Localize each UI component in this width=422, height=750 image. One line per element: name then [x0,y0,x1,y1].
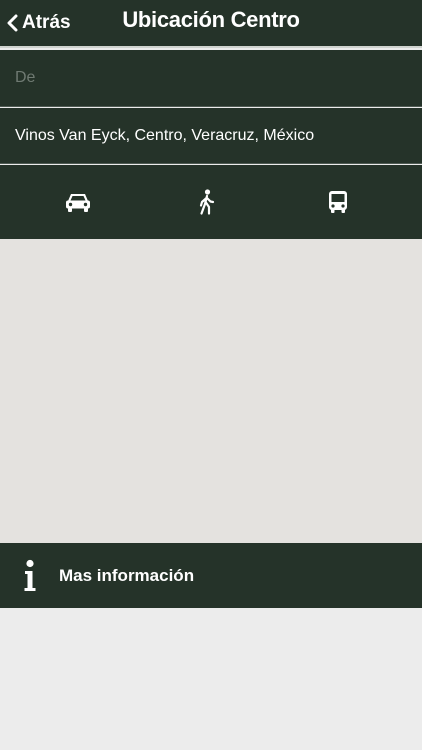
info-icon [24,559,36,591]
walking-icon [199,189,215,215]
top-nav-bar: Atrás Ubicación Centro [0,0,422,48]
map-area[interactable] [0,239,422,543]
walk-mode-button[interactable] [190,185,224,219]
more-info-button[interactable]: Mas información [0,543,422,608]
car-icon [66,194,90,212]
back-button-label: Atrás [22,12,71,33]
destination-text: Vinos Van Eyck, Centro, Veracruz, México [15,126,315,144]
back-button[interactable]: Atrás [5,9,71,37]
chevron-left-icon [7,14,18,32]
bus-mode-button[interactable] [321,185,355,219]
bus-icon [329,191,347,213]
destination-field[interactable]: Vinos Van Eyck, Centro, Veracruz, México [0,108,422,164]
more-info-label: Mas información [59,565,195,585]
origin-input[interactable] [0,50,422,106]
car-mode-button[interactable] [61,185,95,219]
travel-mode-bar [0,165,422,239]
bottom-blank-area [0,608,422,750]
info-icon-wrapper [0,559,58,593]
origin-field-row [0,50,422,107]
